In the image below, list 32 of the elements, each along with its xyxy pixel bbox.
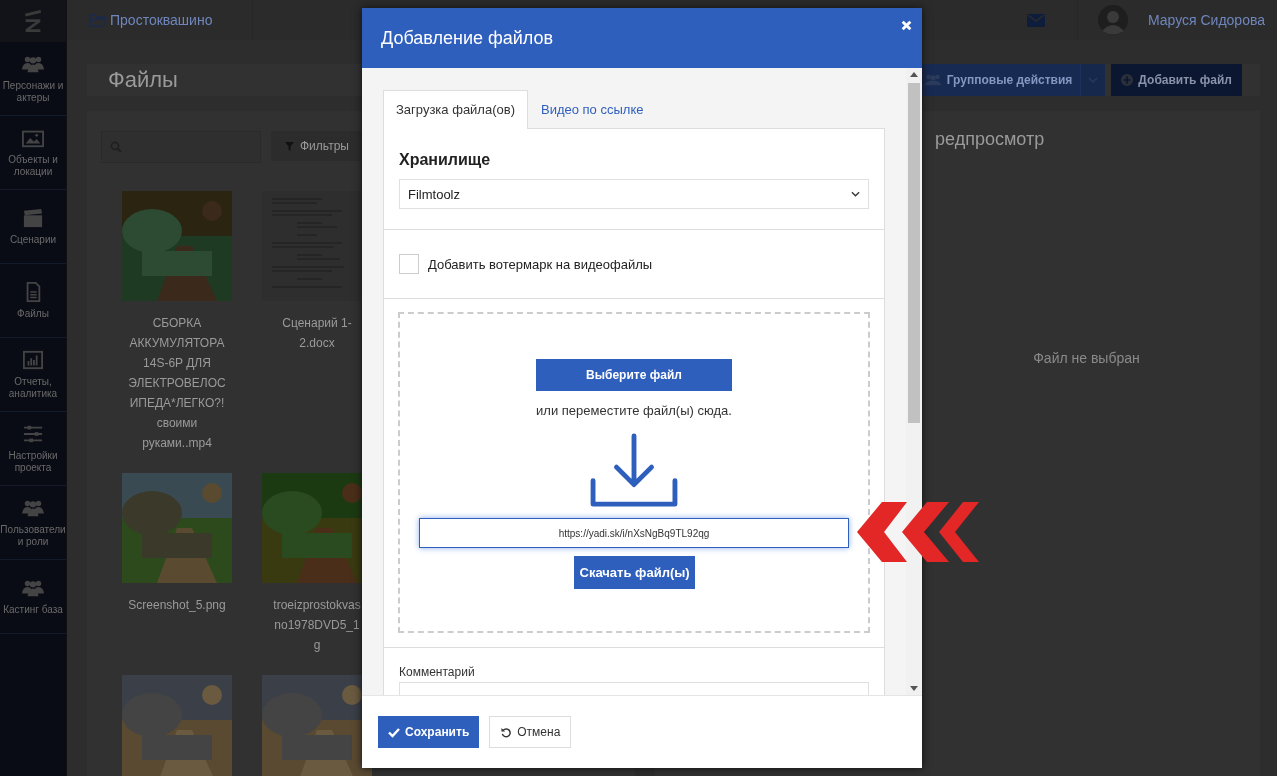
cancel-button[interactable]: Отмена	[489, 716, 572, 748]
preview-title: редпросмотр	[935, 129, 1046, 150]
user-name[interactable]: Маруся Сидорова	[1147, 12, 1265, 28]
drop-hint: или переместите файл(ы) сюда.	[536, 403, 732, 418]
sidebar-item[interactable]: Кастинг база	[0, 560, 66, 634]
page-title: Файлы	[108, 67, 178, 93]
sidebar-item[interactable]: Отчеты, аналитика	[0, 338, 66, 412]
comment-label: Комментарий	[399, 665, 476, 679]
checkbox-label: Добавить вотермарк на видеофайлы	[428, 256, 653, 272]
file-name: СБОРКА АККУМУЛЯТОРА 14S-6P ДЛЯ ЭЛЕКТРОВЕЛОС ИПЕДА*ЛЕГКО?! своими руками..mp4	[127, 315, 227, 452]
file-name: Screenshot_5.png	[127, 597, 227, 614]
empty-message: Файл не выбран	[1033, 350, 1140, 368]
tab[interactable]: Загрузка файла(ов)	[383, 90, 528, 129]
filters-button[interactable]: Фильтры	[271, 131, 363, 161]
file-name: troeizprostokvas no1978DVD5_1 g	[272, 597, 362, 654]
file-name: Сценарий 1- 2.docx	[281, 315, 353, 352]
choose-file-button[interactable]: Выберите файл	[536, 359, 732, 391]
storage-label: Хранилище	[399, 151, 492, 169]
sidebar-item[interactable]: Настройки проекта	[0, 412, 66, 486]
download-button[interactable]: Скачать файл(ы)	[573, 556, 695, 589]
sidebar-item[interactable]: Персонажи и актеры	[0, 42, 66, 116]
storage-select[interactable]: Filmtoolz	[399, 179, 869, 209]
project-link[interactable]: Простоквашино	[89, 0, 254, 40]
sidebar-item[interactable]: Объекты и локации	[0, 116, 66, 190]
sidebar-item[interactable]: Сценарии	[0, 190, 66, 264]
sidebar-item[interactable]: Файлы	[0, 264, 66, 338]
add-file-button[interactable]: Добавить файл	[1111, 64, 1242, 96]
save-button[interactable]: Сохранить	[378, 716, 480, 748]
sidebar-item[interactable]: Пользователи и роли	[0, 486, 66, 560]
tab[interactable]: Видео по ссылке	[528, 90, 657, 128]
dialog-title: Добавление файлов	[381, 27, 554, 49]
url-field[interactable]: https://yadi.sk/i/nXsNgBq9TL92qg	[419, 518, 849, 548]
